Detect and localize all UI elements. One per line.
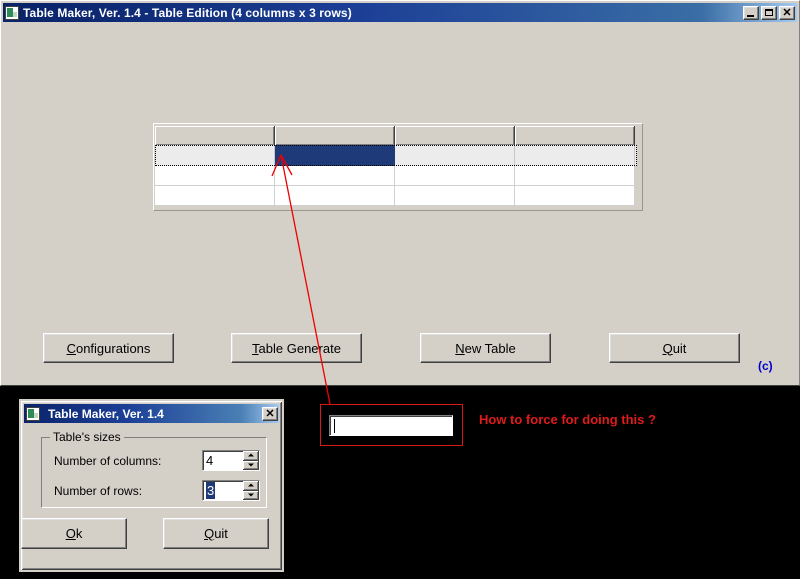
grid-header-row bbox=[155, 126, 637, 145]
copyright-mark: (c) bbox=[758, 359, 773, 373]
dialog-quit-button-label: Quit bbox=[204, 526, 228, 541]
maximize-button[interactable] bbox=[761, 6, 777, 20]
close-button[interactable]: ✕ bbox=[779, 6, 795, 20]
grid-cell[interactable] bbox=[395, 186, 515, 206]
number-of-columns-stepper[interactable]: 4 bbox=[202, 450, 260, 471]
dialog-close-button[interactable]: ✕ bbox=[262, 407, 278, 421]
grid-cell[interactable] bbox=[155, 186, 275, 206]
window-controls: ✕ bbox=[743, 6, 795, 20]
annotation-question-text: How to force for doing this ? bbox=[479, 412, 656, 427]
grid-cell[interactable] bbox=[395, 145, 515, 166]
grid-header-cell[interactable] bbox=[275, 126, 395, 145]
dialog-ok-button[interactable]: Ok bbox=[21, 518, 127, 549]
caret-down-icon bbox=[248, 463, 254, 466]
table-row[interactable] bbox=[155, 186, 637, 206]
dialog-titlebar[interactable]: Table Maker, Ver. 1.4 ✕ bbox=[24, 404, 279, 423]
minimize-button[interactable] bbox=[743, 6, 759, 20]
configurations-button-label: Configurations bbox=[67, 341, 151, 356]
close-icon: ✕ bbox=[780, 6, 794, 20]
caret-up-icon bbox=[248, 454, 254, 457]
table-generate-button[interactable]: Table Generate bbox=[231, 333, 362, 363]
number-of-rows-value[interactable]: 3 bbox=[203, 481, 243, 500]
table-row[interactable] bbox=[155, 145, 637, 166]
columns-spin-down-button[interactable] bbox=[243, 461, 259, 471]
number-of-columns-value[interactable]: 4 bbox=[203, 451, 243, 470]
number-of-columns-label: Number of columns: bbox=[54, 454, 202, 468]
columns-spin-buttons bbox=[243, 451, 259, 470]
main-window-title: Table Maker, Ver. 1.4 - Table Edition (4… bbox=[23, 6, 743, 20]
dialog-quit-button[interactable]: Quit bbox=[163, 518, 269, 549]
main-window: Table Maker, Ver. 1.4 - Table Edition (4… bbox=[0, 0, 800, 386]
quit-button[interactable]: Quit bbox=[609, 333, 740, 363]
new-table-button[interactable]: New Table bbox=[420, 333, 551, 363]
caret-down-icon bbox=[248, 493, 254, 496]
quit-button-label: Quit bbox=[663, 341, 687, 356]
grid-header-cell[interactable] bbox=[155, 126, 275, 145]
minimize-icon bbox=[747, 15, 754, 17]
dialog-ok-button-label: Ok bbox=[66, 526, 83, 541]
annotation-highlight-box bbox=[320, 404, 463, 446]
table-grid[interactable] bbox=[153, 123, 643, 211]
table-row[interactable] bbox=[155, 166, 637, 186]
grid-cell[interactable] bbox=[275, 166, 395, 186]
table-sizes-groupbox: Table's sizes Number of columns: 4 Numbe… bbox=[41, 437, 267, 508]
grid-header-cell[interactable] bbox=[515, 126, 635, 145]
grid-cell[interactable] bbox=[275, 186, 395, 206]
number-of-columns-row: Number of columns: 4 bbox=[54, 450, 260, 471]
rows-spin-down-button[interactable] bbox=[243, 491, 259, 501]
grid-cell[interactable] bbox=[155, 166, 275, 186]
grid-cell[interactable] bbox=[395, 166, 515, 186]
number-of-rows-value-text: 3 bbox=[206, 482, 215, 499]
annotation-text-input[interactable] bbox=[329, 415, 453, 436]
main-titlebar[interactable]: Table Maker, Ver. 1.4 - Table Edition (4… bbox=[3, 3, 797, 22]
groupbox-legend: Table's sizes bbox=[50, 430, 124, 444]
rows-spin-buttons bbox=[243, 481, 259, 500]
grid-cell[interactable] bbox=[515, 186, 635, 206]
grid-cell[interactable] bbox=[515, 166, 635, 186]
columns-spin-up-button[interactable] bbox=[243, 451, 259, 461]
table-app-icon bbox=[26, 407, 40, 421]
caret-up-icon bbox=[248, 484, 254, 487]
grid-header-cell[interactable] bbox=[395, 126, 515, 145]
grid-cell[interactable] bbox=[515, 145, 635, 166]
grid-cell-selected[interactable] bbox=[275, 145, 395, 166]
dialog-title: Table Maker, Ver. 1.4 bbox=[48, 407, 262, 421]
configurations-button[interactable]: Configurations bbox=[43, 333, 174, 363]
new-table-button-label: New Table bbox=[455, 341, 515, 356]
table-generate-button-label: Table Generate bbox=[252, 341, 341, 356]
number-of-rows-stepper[interactable]: 3 bbox=[202, 480, 260, 501]
rows-spin-up-button[interactable] bbox=[243, 481, 259, 491]
close-icon: ✕ bbox=[263, 407, 277, 421]
grid-inner bbox=[155, 126, 637, 206]
table-app-icon bbox=[5, 6, 19, 20]
grid-cell[interactable] bbox=[155, 145, 275, 166]
text-caret-icon bbox=[334, 419, 335, 433]
number-of-rows-row: Number of rows: 3 bbox=[54, 480, 260, 501]
maximize-icon bbox=[765, 9, 773, 16]
number-of-rows-label: Number of rows: bbox=[54, 484, 202, 498]
